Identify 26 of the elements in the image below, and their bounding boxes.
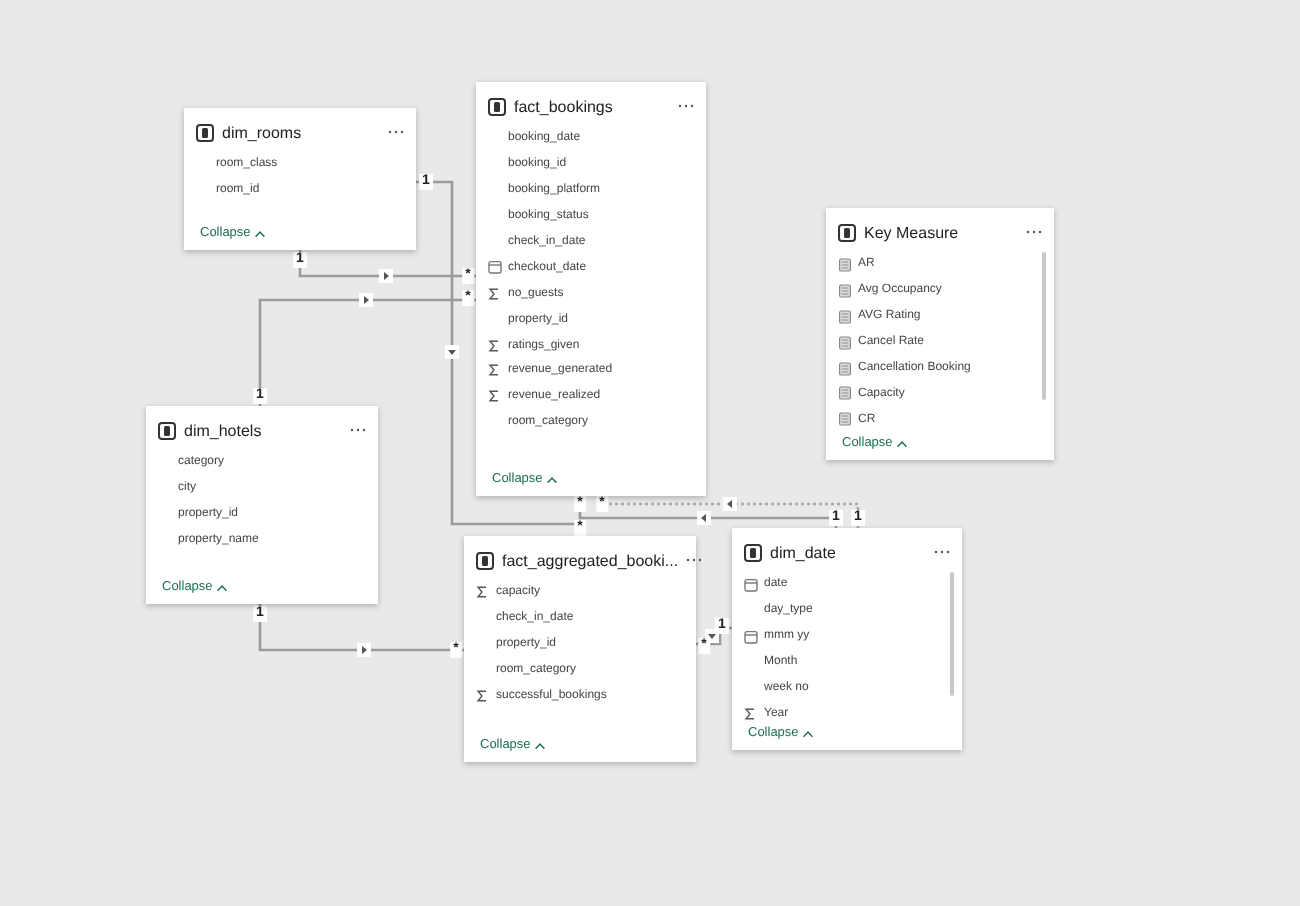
table-name: fact_aggregated_booki...	[502, 551, 679, 569]
caret-icon	[534, 741, 547, 749]
caret-icon	[254, 229, 267, 237]
filter-arrow-icon	[723, 497, 737, 511]
table-icon	[476, 551, 494, 569]
table-name: dim_hotels	[184, 421, 264, 439]
filter-arrow-icon	[445, 345, 459, 359]
table-name: Key Measure	[864, 223, 961, 241]
table-icon	[488, 97, 506, 115]
caret-icon	[896, 439, 909, 447]
scrollbar[interactable]	[1042, 252, 1046, 400]
caret-icon	[546, 475, 559, 483]
filter-arrow-icon	[379, 269, 393, 283]
filter-arrow-icon	[359, 293, 373, 307]
filter-arrow-icon	[357, 643, 371, 657]
table-icon	[158, 421, 176, 439]
scrollbar[interactable]	[950, 572, 954, 696]
table-name: fact_bookings	[514, 97, 615, 115]
table-name: dim_date	[770, 543, 838, 561]
table-name: dim_rooms	[222, 123, 304, 141]
filter-arrow-icon	[697, 511, 711, 525]
caret-icon	[802, 729, 815, 737]
table-icon	[838, 223, 856, 241]
table-icon	[196, 123, 214, 141]
table-icon	[744, 543, 762, 561]
caret-icon	[216, 583, 229, 591]
